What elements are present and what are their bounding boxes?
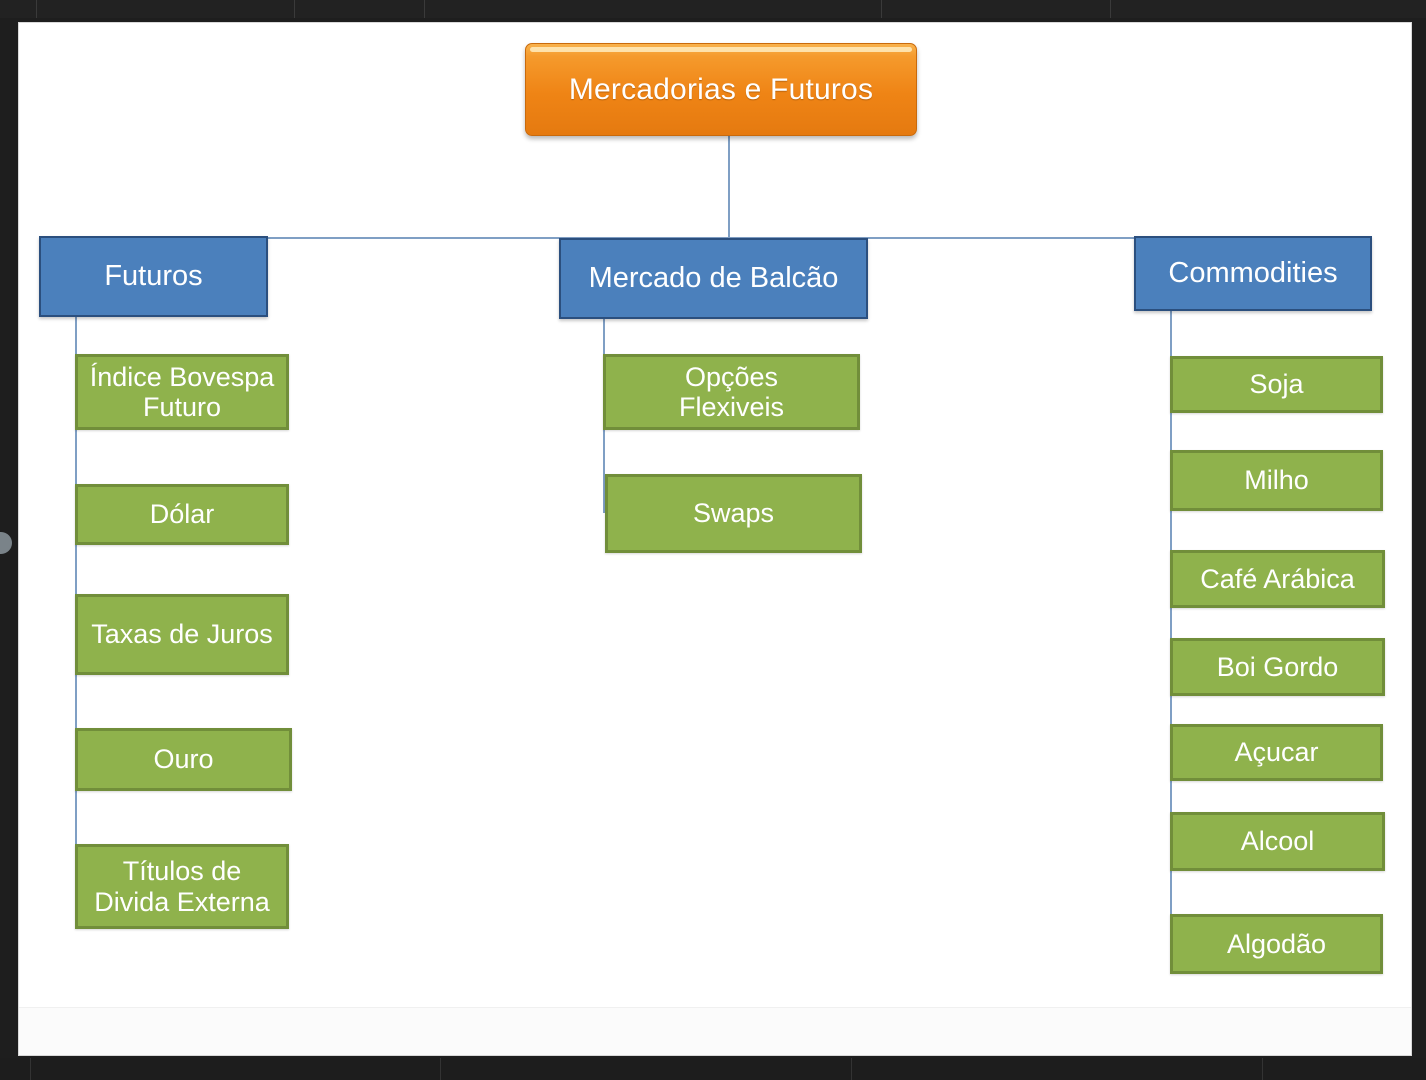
- chrome-tick: [294, 0, 295, 18]
- right-chrome-bar: [1412, 18, 1426, 1058]
- chrome-tick: [440, 1058, 441, 1080]
- node-leaf-opcoes-flexiveis[interactable]: Opções Flexiveis: [603, 354, 860, 430]
- chrome-tick: [1110, 0, 1111, 18]
- diagram-canvas: Mercadorias e Futuros Futuros Mercado de…: [18, 22, 1412, 1056]
- node-branch-mercado-de-balcao[interactable]: Mercado de Balcão: [559, 238, 868, 319]
- chrome-tick: [881, 0, 882, 18]
- node-leaf-titulos-de-divida-externa[interactable]: Títulos de Divida Externa: [75, 844, 289, 929]
- chrome-tick: [30, 1058, 31, 1080]
- chrome-tick: [1262, 1058, 1263, 1080]
- node-leaf-alcool[interactable]: Alcool: [1170, 812, 1385, 871]
- node-leaf-ouro[interactable]: Ouro: [75, 728, 292, 791]
- node-leaf-milho[interactable]: Milho: [1170, 450, 1383, 511]
- node-leaf-acucar[interactable]: Açucar: [1170, 724, 1383, 781]
- node-leaf-indice-bovespa-futuro[interactable]: Índice Bovespa Futuro: [75, 354, 289, 430]
- node-leaf-algodao[interactable]: Algodão: [1170, 914, 1383, 974]
- node-branch-futuros[interactable]: Futuros: [39, 236, 268, 317]
- node-leaf-soja[interactable]: Soja: [1170, 356, 1383, 413]
- bottom-chrome-bar: [0, 1058, 1426, 1080]
- node-leaf-taxas-de-juros[interactable]: Taxas de Juros: [75, 594, 289, 675]
- chrome-tick: [36, 0, 37, 18]
- chrome-tick: [851, 1058, 852, 1080]
- node-leaf-swaps[interactable]: Swaps: [605, 474, 862, 553]
- chrome-tick: [424, 0, 425, 18]
- canvas-footer: [19, 1007, 1411, 1055]
- node-leaf-cafe-arabica[interactable]: Café Arábica: [1170, 550, 1385, 608]
- node-leaf-dolar[interactable]: Dólar: [75, 484, 289, 545]
- top-chrome-bar: [0, 0, 1426, 18]
- connector-root-stem: [728, 136, 730, 239]
- node-branch-commodities[interactable]: Commodities: [1134, 236, 1372, 311]
- node-root[interactable]: Mercadorias e Futuros: [525, 43, 917, 136]
- screen: Mercadorias e Futuros Futuros Mercado de…: [0, 0, 1426, 1080]
- node-leaf-boi-gordo[interactable]: Boi Gordo: [1170, 638, 1385, 696]
